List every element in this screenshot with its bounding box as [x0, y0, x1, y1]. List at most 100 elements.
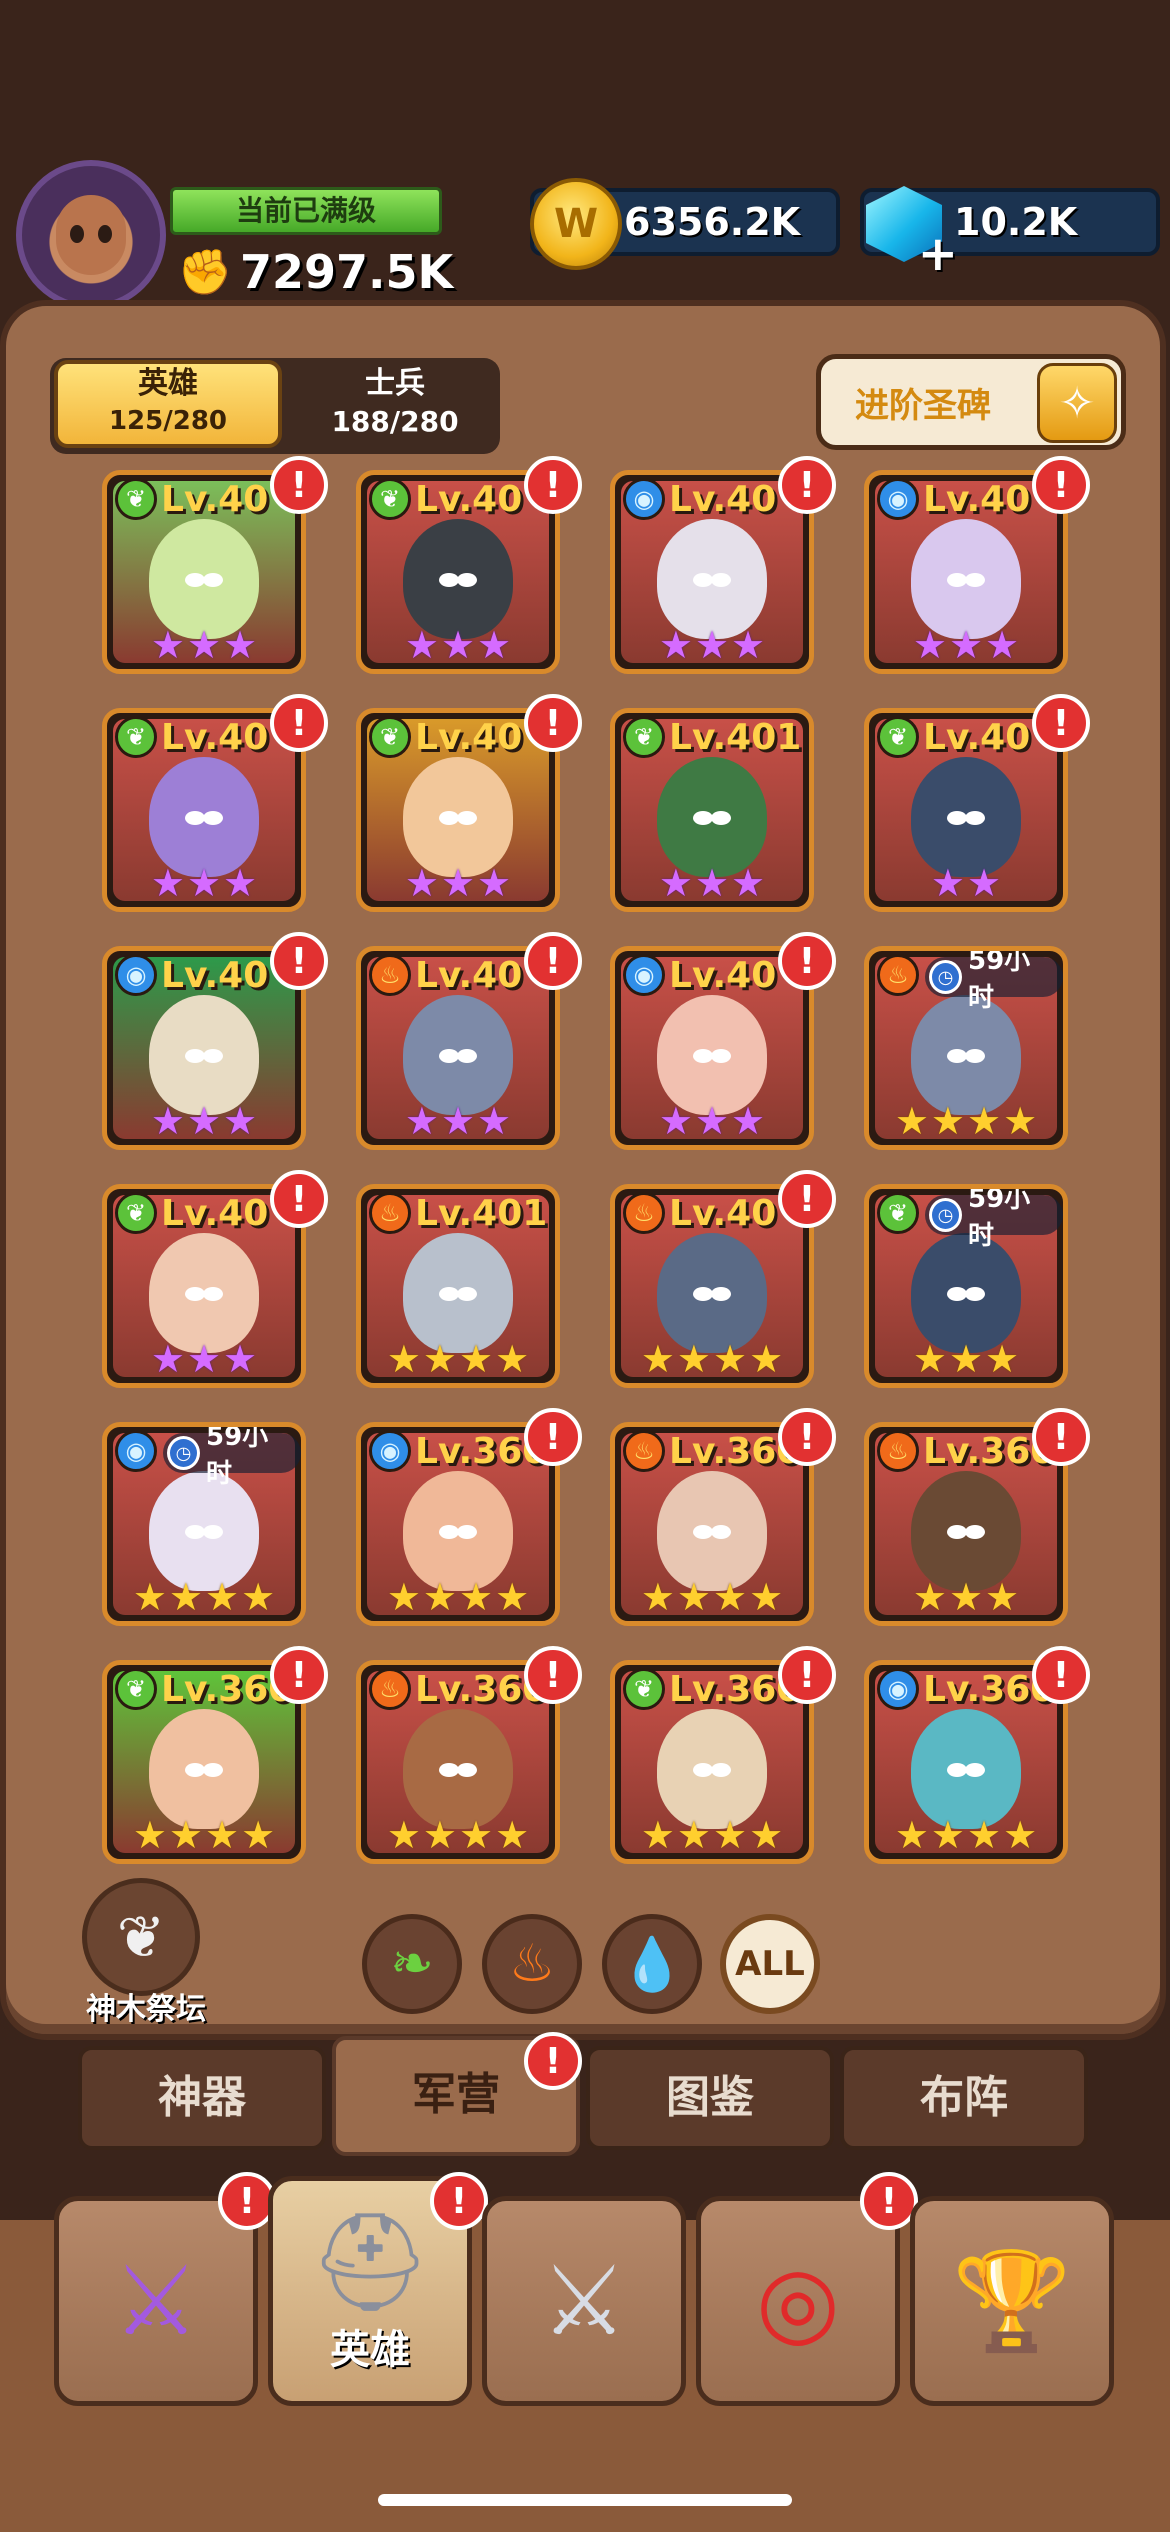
hero-stars: ★ ★ ★	[615, 1101, 809, 1141]
nav-target[interactable]: ◎	[696, 2196, 900, 2406]
trophy-icon: 🏆	[952, 2245, 1072, 2357]
star-icon: ★	[731, 1099, 766, 1143]
hero-level: Lv.40	[161, 716, 269, 758]
star-icon: ★	[477, 861, 512, 905]
tab-formation[interactable]: 布阵	[840, 2046, 1088, 2150]
star-icon: ★	[241, 1575, 276, 1619]
hero-alert-badge: !	[1032, 694, 1090, 752]
filter-all-button[interactable]: ALL	[720, 1914, 820, 2014]
hero-eye	[693, 1049, 713, 1063]
fire-element-icon: ♨	[369, 1668, 411, 1710]
hero-alert-badge: !	[270, 1170, 328, 1228]
hero-card[interactable]: ❦ Lv.401 ★ ★ ★	[610, 708, 814, 912]
hero-stars: ★ ★	[869, 863, 1063, 903]
star-icon: ★	[386, 1575, 421, 1619]
hero-eye	[693, 1525, 713, 1539]
hero-card[interactable]: ♨ Lv.401 ★ ★ ★ ★	[356, 1184, 560, 1388]
filter-water-button[interactable]: 💧	[602, 1914, 702, 2014]
gold-resource[interactable]: W 6356.2K	[530, 178, 840, 270]
hero-stars: ★ ★ ★ ★	[361, 1577, 555, 1617]
star-icon: ★	[731, 623, 766, 667]
hero-level-row: ♨ Lv.360	[877, 1427, 1055, 1475]
hero-alert-badge: !	[270, 694, 328, 752]
hero-card[interactable]: ♨ ◷ 59小时 ★ ★ ★ ★	[864, 946, 1068, 1150]
star-icon: ★	[223, 861, 258, 905]
gem-resource[interactable]: + 10.2K	[860, 186, 1160, 278]
tab-artifacts[interactable]: 神器	[78, 2046, 326, 2150]
hero-alert-badge: !	[1032, 456, 1090, 514]
hero-eye	[693, 1287, 713, 1301]
hero-eye	[203, 1287, 223, 1301]
hero-level: Lv.40	[923, 478, 1031, 520]
hero-level: Lv.401	[669, 716, 802, 758]
home-indicator[interactable]	[378, 2494, 792, 2506]
leaf-element-icon: ❦	[877, 716, 919, 758]
avatar-face	[56, 195, 126, 275]
star-icon: ★	[168, 1575, 203, 1619]
hero-level: Lv.40	[669, 1192, 777, 1234]
star-icon: ★	[1003, 1099, 1038, 1143]
hero-eye	[965, 811, 985, 825]
star-icon: ★	[894, 1099, 929, 1143]
altar-button[interactable]: ❦ 神木祭坛	[76, 1878, 206, 2027]
nav-battle[interactable]: ⚔	[482, 2196, 686, 2406]
hero-eye	[203, 1525, 223, 1539]
hero-eye	[185, 1287, 205, 1301]
player-avatar[interactable]	[16, 160, 166, 310]
leaf-element-icon: ❦	[623, 1668, 665, 1710]
hero-stars: ★ ★ ★ ★	[107, 1815, 301, 1855]
hero-card[interactable]: ◉ ◷ 59小时 ★ ★ ★ ★	[102, 1422, 306, 1626]
nav-sword-banner[interactable]: ⚔	[54, 2196, 258, 2406]
nav-trophy[interactable]: 🏆	[910, 2196, 1114, 2406]
hero-level-row: ◉ Lv.360	[877, 1665, 1055, 1713]
star-icon: ★	[186, 1337, 222, 1381]
hero-stars: ★ ★ ★	[361, 863, 555, 903]
hero-alert-badge: !	[524, 1408, 582, 1466]
hero-eye	[693, 1763, 713, 1777]
star-icon: ★	[694, 861, 730, 905]
hero-stars: ★ ★ ★	[107, 1101, 301, 1141]
star-icon: ★	[713, 1337, 748, 1381]
star-icon: ★	[640, 1813, 675, 1857]
leaf-element-icon: ❦	[115, 716, 157, 758]
hero-eye	[185, 573, 205, 587]
gem-plus-icon: +	[860, 180, 958, 278]
hero-level-row: ◉ Lv.40	[623, 475, 776, 523]
star-icon: ★	[477, 623, 512, 667]
star-icon: ★	[658, 1099, 693, 1143]
star-icon: ★	[749, 1337, 784, 1381]
hero-alert-badge: !	[524, 456, 582, 514]
tab-codex[interactable]: 图鉴	[586, 2046, 834, 2150]
hero-eye	[457, 811, 477, 825]
hero-eye	[711, 1049, 731, 1063]
hero-eye	[693, 573, 713, 587]
filter-fire-button[interactable]: ♨	[482, 1914, 582, 2014]
hero-element-row: ◉	[115, 1427, 157, 1475]
star-icon: ★	[404, 861, 439, 905]
star-icon: ★	[186, 623, 222, 667]
star-icon: ★	[1003, 1813, 1038, 1857]
hero-card[interactable]: ❦ ◷ 59小时 ★ ★ ★	[864, 1184, 1068, 1388]
hero-timer-text: 59小时	[967, 946, 1031, 1013]
hero-stars: ★ ★ ★ ★	[615, 1339, 809, 1379]
star-icon: ★	[132, 1813, 167, 1857]
star-icon: ★	[440, 861, 476, 905]
star-icon: ★	[948, 1337, 984, 1381]
altar-label: 神木祭坛	[86, 1992, 206, 2027]
hero-level-row: ❦ Lv.401	[623, 713, 801, 761]
hero-stars: ★ ★ ★ ★	[361, 1339, 555, 1379]
filter-leaf-button[interactable]: ❧	[362, 1914, 462, 2014]
hero-stars: ★ ★ ★	[361, 625, 555, 665]
hero-alert-badge: !	[270, 1646, 328, 1704]
hero-level: Lv.40	[669, 478, 777, 520]
hero-level-row: ◉ Lv.360	[369, 1427, 547, 1475]
star-icon: ★	[640, 1575, 675, 1619]
hero-level: Lv.40	[161, 478, 269, 520]
hero-stars: ★ ★ ★	[869, 1577, 1063, 1617]
hero-eye	[439, 1763, 459, 1777]
star-icon: ★	[404, 1099, 439, 1143]
hero-level: Lv.40	[415, 716, 523, 758]
hero-eye	[185, 1049, 205, 1063]
hero-level-row: ❦ Lv.360	[623, 1665, 801, 1713]
star-icon: ★	[676, 1575, 711, 1619]
